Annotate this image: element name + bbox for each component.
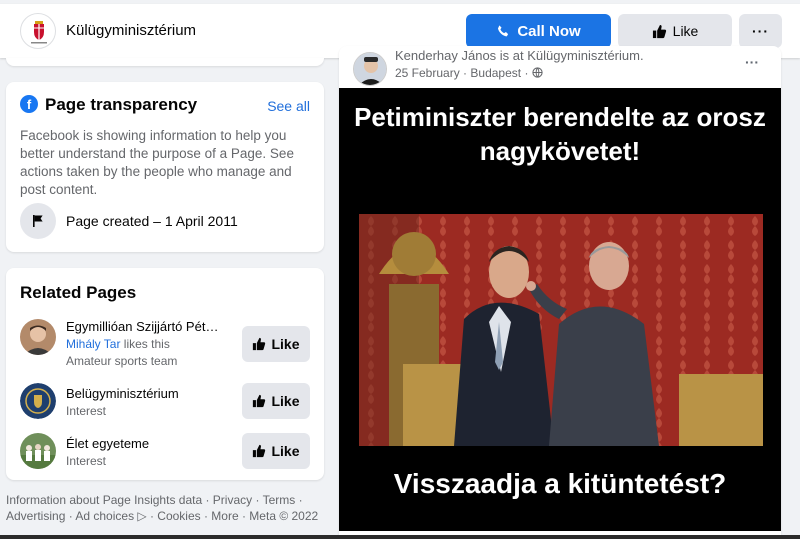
see-all-link[interactable]: See all [267, 98, 310, 114]
thumbs-up-icon [253, 444, 266, 458]
post-date[interactable]: 25 February [395, 66, 460, 80]
more-options-button[interactable]: ··· [739, 14, 782, 48]
separator-dot: · [524, 66, 532, 80]
related-like-button[interactable]: Like [242, 383, 310, 419]
globe-icon [532, 67, 543, 78]
post-options-button[interactable]: ··· [745, 54, 759, 70]
like-label: Like [271, 393, 300, 409]
related-page-item[interactable]: Egymillióan Szijjártó Pét… Mihály Tar li… [20, 316, 316, 368]
transparency-title: Page transparency [45, 95, 198, 114]
like-label: Like [271, 336, 300, 352]
related-page-item[interactable]: Élet egyeteme Interest Like [20, 430, 316, 480]
like-label: Like [271, 443, 300, 459]
page-created-date: Page created – 1 April 2011 [66, 213, 238, 229]
image-headline: Petiminiszter berendelte az orosz nagykö… [354, 102, 766, 166]
related-like-button[interactable]: Like [242, 433, 310, 469]
phone-icon [498, 24, 509, 36]
post-meta: 25 February · Budapest · [395, 66, 543, 80]
taskbar-edge [0, 535, 800, 539]
like-label: Like [672, 23, 699, 39]
related-page-item[interactable]: Belügyminisztérium Interest Like [20, 380, 316, 430]
related-page-category: Amateur sports team [66, 354, 178, 368]
facebook-icon: f [20, 95, 38, 113]
related-page-name[interactable]: Belügyminisztérium [66, 386, 179, 401]
page-name[interactable]: Külügyminisztérium [66, 22, 196, 39]
avatar[interactable] [353, 52, 387, 86]
post-location[interactable]: Budapest [470, 66, 521, 80]
thumbs-up-icon [253, 394, 266, 408]
avatar[interactable] [20, 383, 56, 419]
thumbs-up-icon [253, 337, 266, 351]
related-page-category: Interest [66, 454, 107, 468]
liker-link[interactable]: Mihály Tar [66, 337, 120, 351]
related-pages-title: Related Pages [20, 283, 137, 302]
likes-this-text: likes this [120, 337, 170, 351]
avatar[interactable] [20, 433, 56, 469]
related-page-social-context: Mihály Tar likes this [66, 337, 170, 351]
like-page-button[interactable]: Like [618, 14, 732, 48]
scrollbar[interactable] [794, 0, 800, 539]
image-caption: Visszaadja a kitüntetést? [393, 468, 727, 499]
avatar[interactable] [20, 319, 56, 355]
intro-card-bottom [6, 58, 324, 66]
footer-links[interactable]: Information about Page Insights data · P… [6, 492, 324, 524]
page-logo[interactable] [20, 13, 56, 49]
related-page-category: Interest [66, 404, 107, 418]
related-like-button[interactable]: Like [242, 326, 310, 362]
photo [359, 214, 763, 446]
related-page-name[interactable]: Élet egyeteme [66, 436, 149, 451]
post-author[interactable]: Kenderhay János is at Külügyminisztérium… [395, 48, 644, 63]
post-card: Kenderhay János is at Külügyminisztérium… [339, 46, 781, 539]
call-now-label: Call Now [517, 22, 581, 40]
related-page-name[interactable]: Egymillióan Szijjártó Pét… [66, 319, 218, 334]
post-image[interactable]: Petiminiszter berendelte az orosz nagykö… [339, 88, 781, 531]
flag-icon [20, 203, 56, 239]
transparency-description: Facebook is showing information to help … [20, 128, 294, 197]
call-now-button[interactable]: Call Now [466, 14, 611, 48]
related-pages-card: Related Pages Egymillióan Szijjártó Pét…… [6, 268, 324, 480]
thumbs-up-icon [652, 24, 666, 38]
page-transparency-card: f Page transparency See all Facebook is … [6, 82, 324, 252]
